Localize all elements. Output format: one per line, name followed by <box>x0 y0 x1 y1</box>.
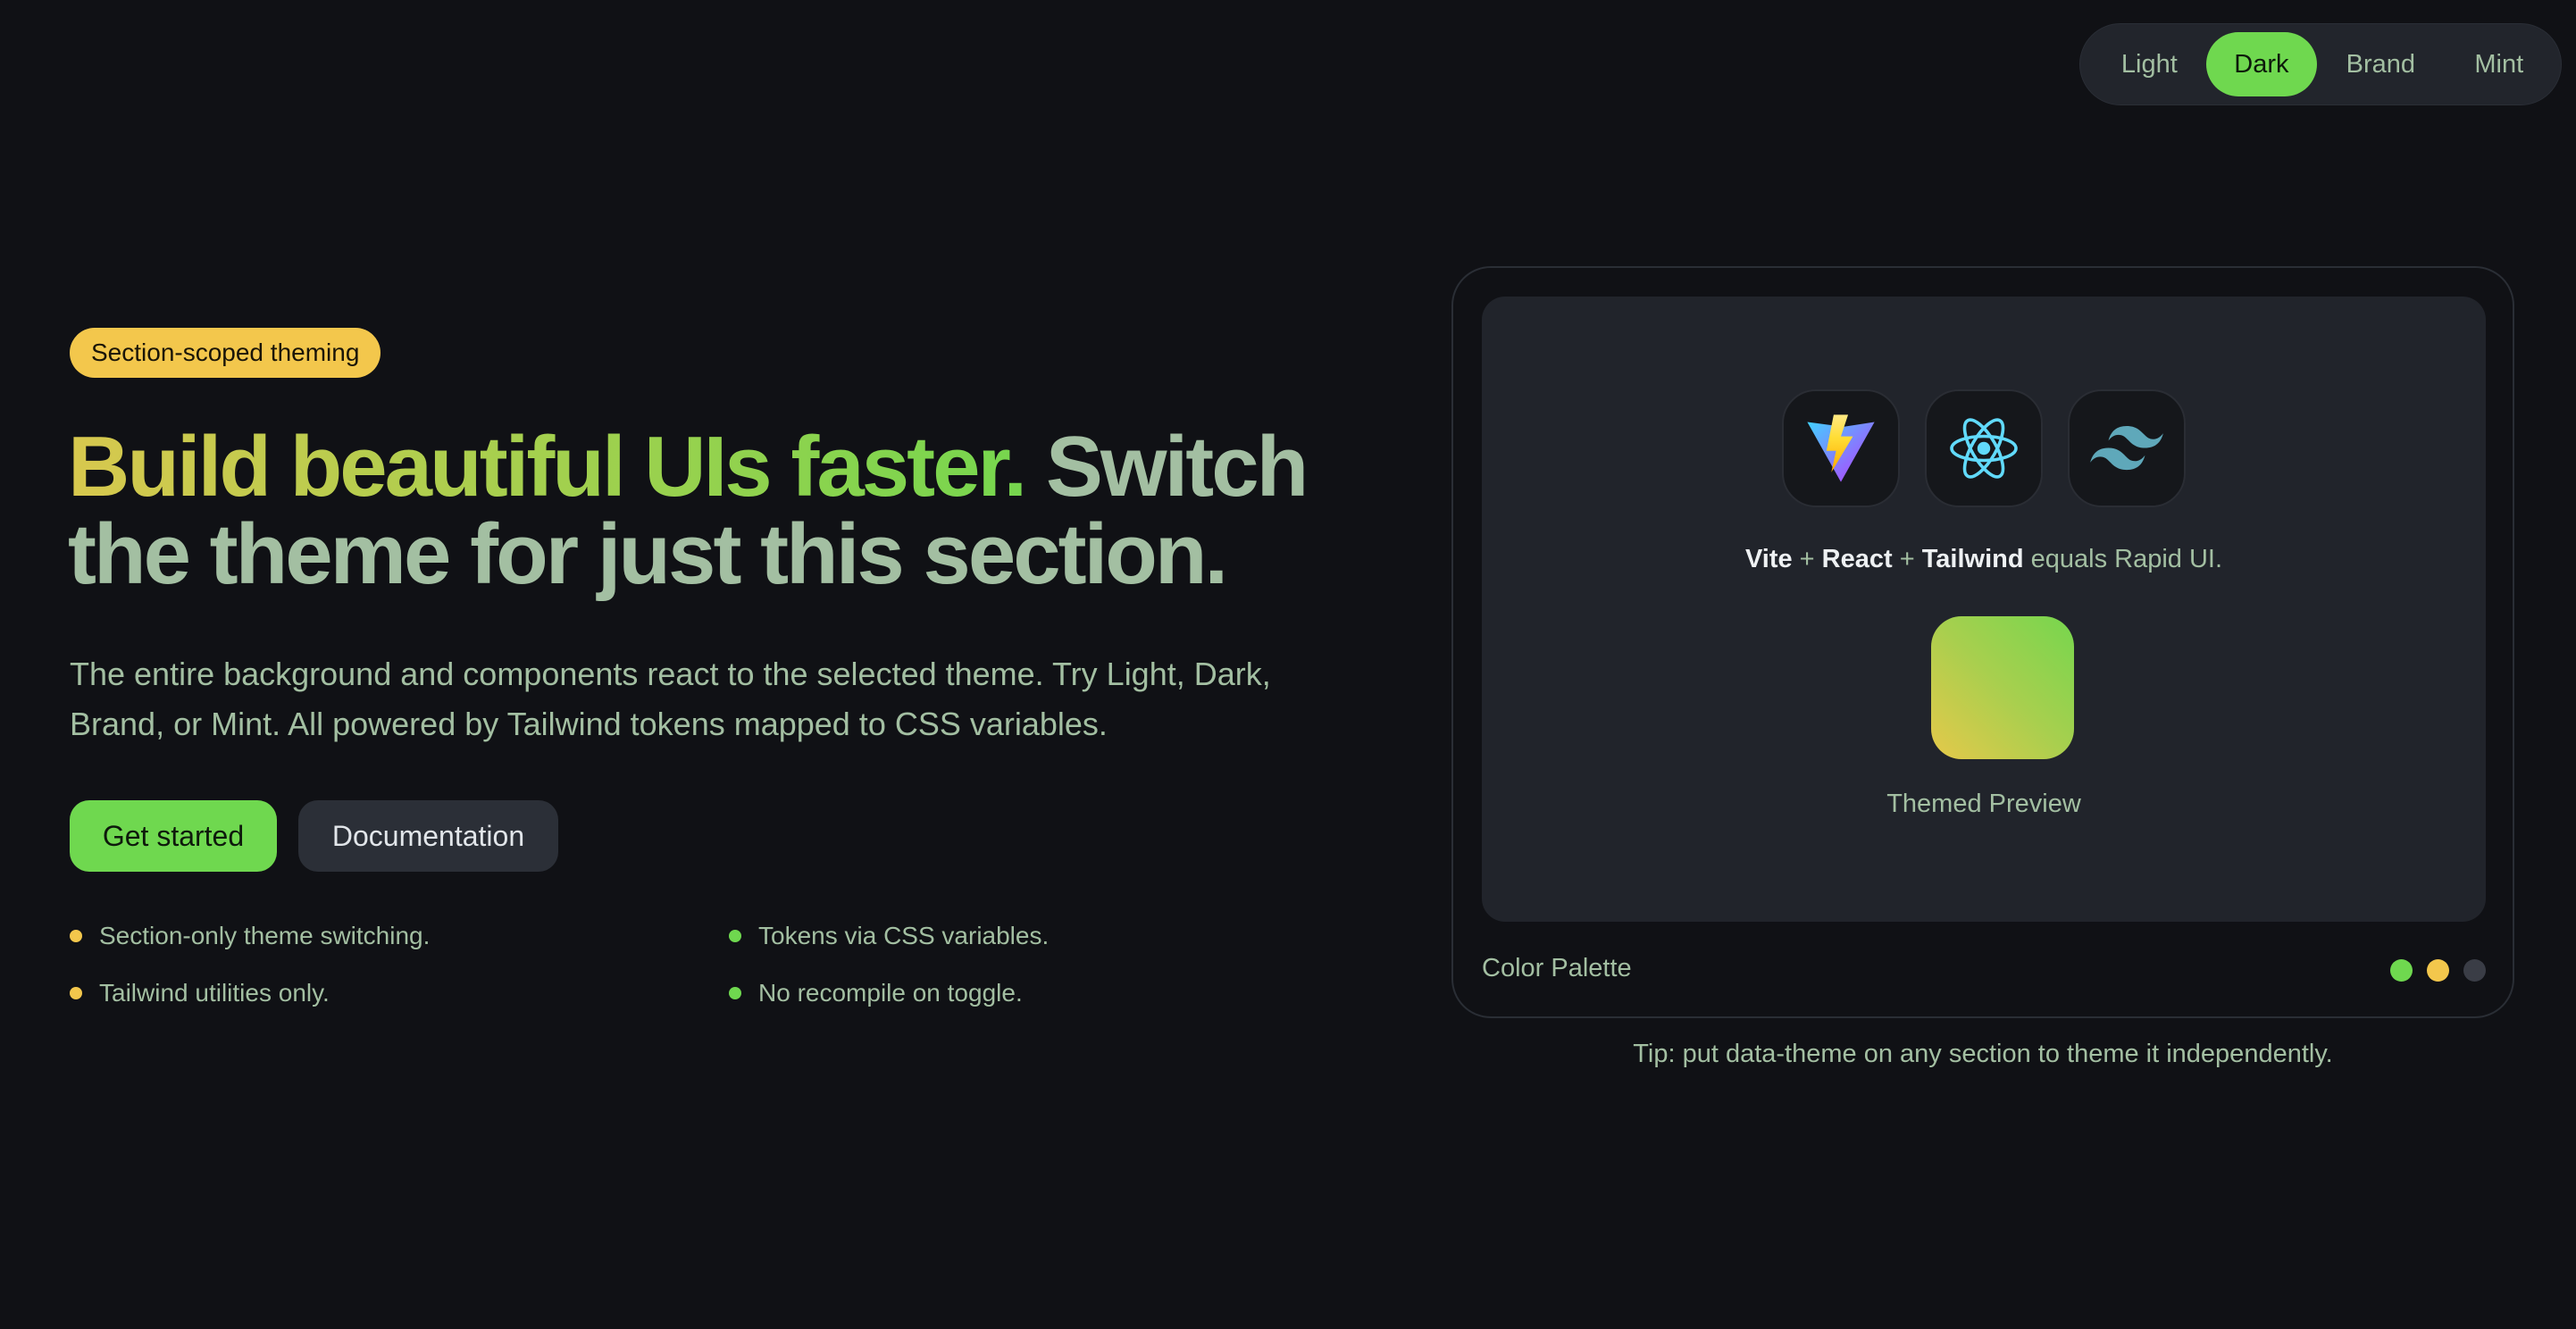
react-icon <box>1925 389 2043 507</box>
documentation-button[interactable]: Documentation <box>298 800 558 872</box>
feature-item: Section-only theme switching. <box>70 922 430 950</box>
palette-dot-yellow <box>2427 959 2449 982</box>
bullet-dot <box>729 930 741 942</box>
page: Light Dark Brand Mint Section-scoped the… <box>0 0 2576 1329</box>
feature-item: Tokens via CSS variables. <box>729 922 1049 950</box>
bullet-dot <box>70 930 82 942</box>
stack-plus: + <box>1892 545 1922 573</box>
tech-icons <box>1482 389 2486 507</box>
color-palette-dots <box>2390 959 2486 982</box>
preview-card: Vite + React + Tailwind equals Rapid UI.… <box>1451 266 2514 1018</box>
hero-lead: The entire background and components rea… <box>70 656 1271 742</box>
get-started-button[interactable]: Get started <box>70 800 277 872</box>
palette-dot-gray <box>2463 959 2486 982</box>
theme-option-mint[interactable]: Mint <box>2444 32 2554 96</box>
theme-option-dark[interactable]: Dark <box>2205 32 2318 96</box>
bullet-dot <box>729 987 741 999</box>
themed-preview-swatch <box>1931 616 2074 759</box>
tailwind-icon <box>2068 389 2186 507</box>
headline-gradient-text: Build beautiful UIs faster. <box>68 419 1027 514</box>
stack-rest: equals Rapid UI. <box>2023 545 2223 573</box>
stack-plus: + <box>1792 545 1822 573</box>
stack-caption: Vite + React + Tailwind equals Rapid UI. <box>1482 545 2486 574</box>
tip-text: Tip: put data-theme on any section to th… <box>1633 1040 2333 1068</box>
feature-list: Section-only theme switching. Tailwind u… <box>70 922 1052 1029</box>
tailwind-logo-svg <box>2090 426 2163 471</box>
palette-dot-green <box>2390 959 2413 982</box>
feature-text: Section-only theme switching. <box>99 922 431 949</box>
feature-text: Tailwind utilities only. <box>99 979 330 1007</box>
feature-text: No recompile on toggle. <box>758 979 1023 1007</box>
stack-tailwind: Tailwind <box>1921 545 2024 573</box>
theme-option-brand[interactable]: Brand <box>2317 32 2444 96</box>
theme-option-light[interactable]: Light <box>2098 32 2201 96</box>
stack-vite: Vite <box>1744 545 1793 573</box>
section-badge: Section-scoped theming <box>70 328 381 378</box>
bullet-dot <box>70 987 82 999</box>
feature-text: Tokens via CSS variables. <box>758 922 1050 949</box>
theme-switcher: Light Dark Brand Mint <box>2079 23 2562 105</box>
vite-logo-svg <box>1807 414 1875 482</box>
vite-icon <box>1782 389 1900 507</box>
color-palette-label: Color Palette <box>1482 954 1632 982</box>
preview-panel: Vite + React + Tailwind equals Rapid UI.… <box>1482 297 2486 922</box>
stack-react: React <box>1821 545 1893 573</box>
feature-item: Tailwind utilities only. <box>70 979 330 1007</box>
hero-headline: Build beautiful UIs faster. Switch the t… <box>68 423 1318 598</box>
themed-preview-label: Themed Preview <box>1886 790 2081 818</box>
react-logo-svg <box>1950 418 2018 479</box>
feature-item: No recompile on toggle. <box>729 979 1023 1007</box>
